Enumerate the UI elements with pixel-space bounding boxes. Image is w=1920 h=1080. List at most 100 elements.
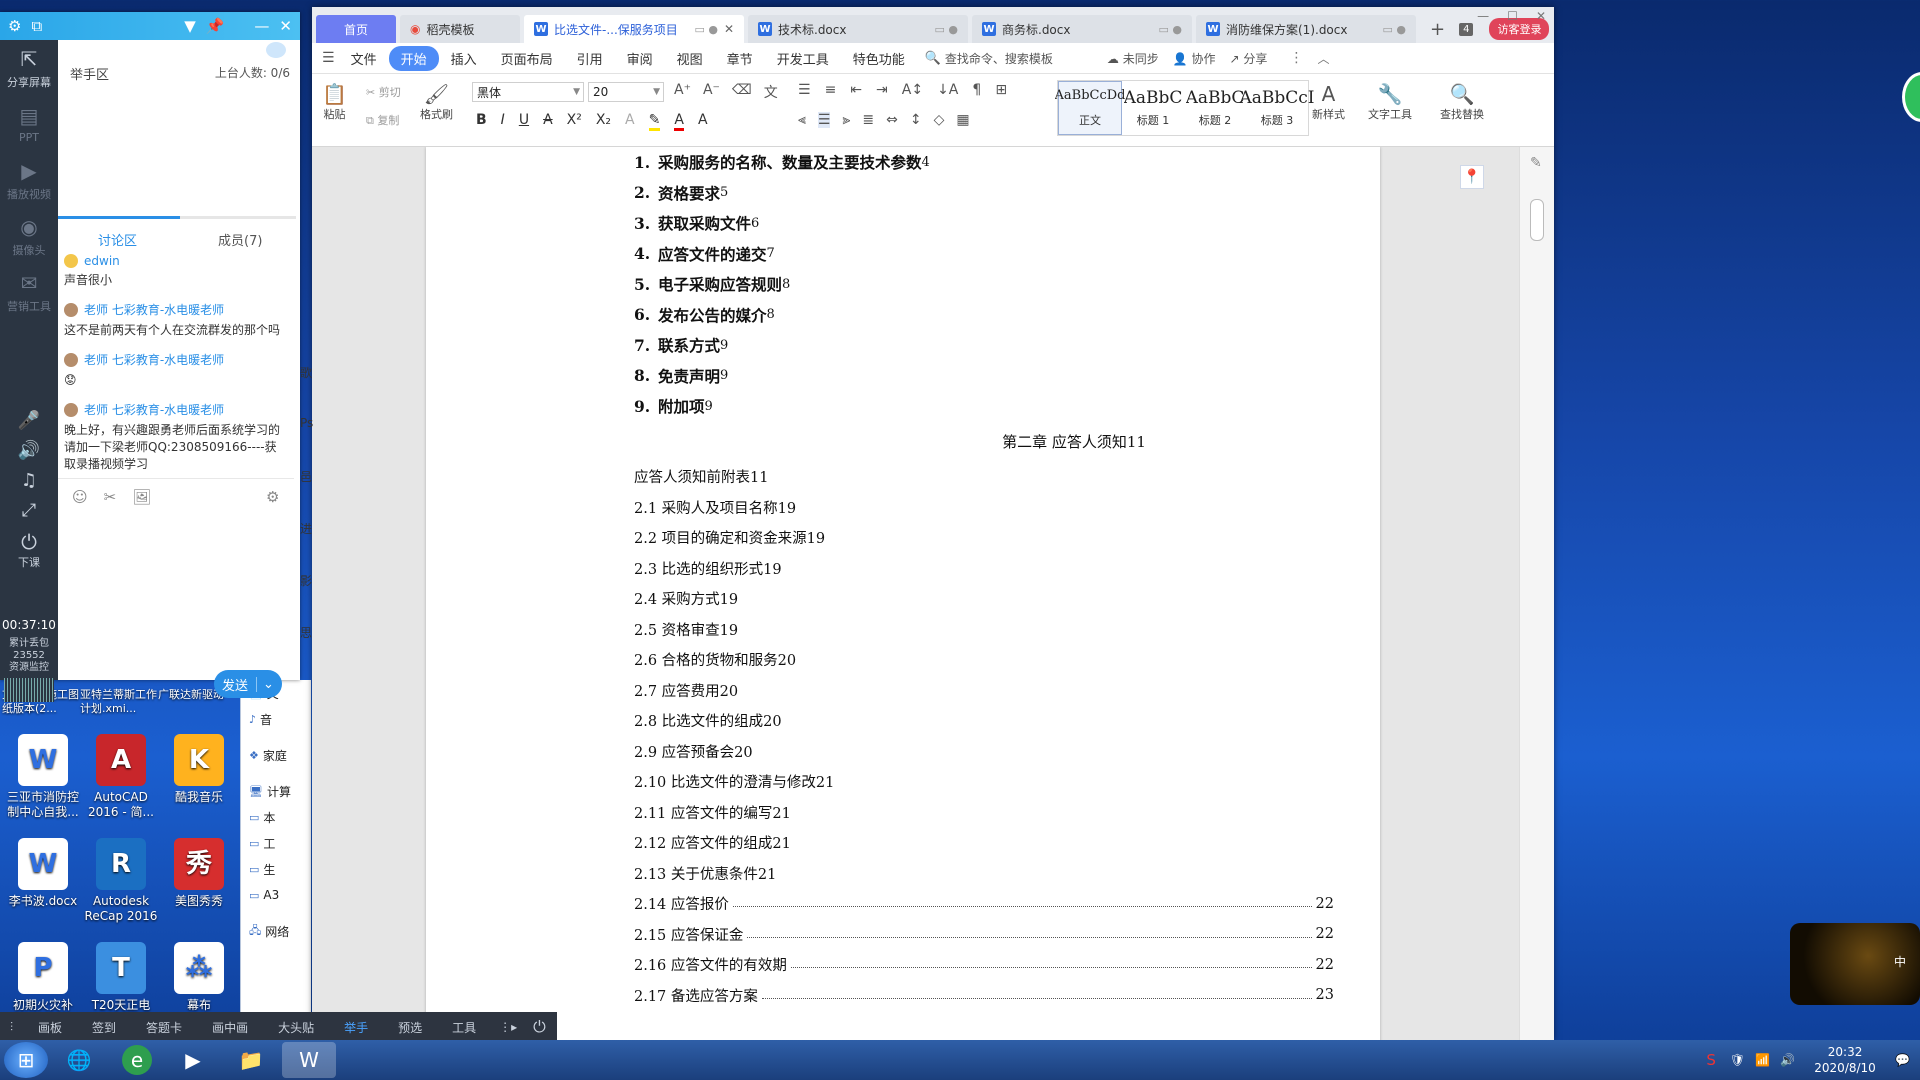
- numbering-icon[interactable]: ≡: [825, 82, 837, 98]
- tab-count-badge[interactable]: 4: [1459, 15, 1474, 43]
- new-style-button[interactable]: A 新样式: [1312, 82, 1345, 122]
- explorer-nav-item[interactable]: 🖥 计算: [241, 778, 311, 804]
- class-tool-item[interactable]: 预选: [383, 1019, 437, 1036]
- tool-camera[interactable]: ◉ 摄像头: [0, 208, 58, 264]
- menu-item[interactable]: 文件: [339, 49, 389, 68]
- doc-tab[interactable]: W 消防维保方案(1).docx ▭ ●: [1196, 15, 1416, 43]
- toc-entry-level1[interactable]: 3. 获取采购文件 6: [634, 208, 1334, 239]
- collaborate-button[interactable]: 👤 协作: [1173, 50, 1216, 67]
- subscript-icon[interactable]: X₂: [596, 112, 611, 131]
- toc-entry-level2[interactable]: 2.8 比选文件的组成20: [634, 706, 1334, 737]
- taskbar-app-360-icon[interactable]: e: [122, 1045, 152, 1075]
- toc-entry-level2[interactable]: 2.16 应答文件的有效期 22: [634, 950, 1334, 981]
- italic-icon[interactable]: I: [501, 112, 505, 131]
- more-icon[interactable]: ⋮: [1289, 50, 1303, 66]
- dropdown-icon[interactable]: ▼: [184, 17, 196, 35]
- tool-ppt[interactable]: ▤ PPT: [0, 96, 58, 152]
- increase-indent-icon[interactable]: ⇥: [876, 82, 888, 98]
- image-icon[interactable]: 🖼: [132, 488, 151, 506]
- menu-item[interactable]: 页面布局: [489, 49, 565, 68]
- minimize-icon[interactable]: —: [254, 17, 269, 35]
- toc-entry-level2[interactable]: 2.7 应答费用20: [634, 675, 1334, 706]
- borders-icon[interactable]: ▦: [956, 112, 969, 128]
- menu-item[interactable]: 审阅: [615, 49, 665, 68]
- avatar[interactable]: [64, 402, 78, 417]
- speaker-icon[interactable]: 🔊: [0, 440, 58, 470]
- class-tool-item[interactable]: 画板: [23, 1019, 77, 1036]
- pin-icon[interactable]: 📌: [206, 17, 225, 35]
- menu-item[interactable]: 插入: [439, 49, 489, 68]
- end-class-button[interactable]: ⏻ 下课: [0, 530, 58, 570]
- menu-item[interactable]: 章节: [715, 49, 765, 68]
- explorer-nav-item[interactable]: ▭ 工: [241, 830, 311, 856]
- tray-icon-network-icon[interactable]: 📶: [1755, 1053, 1770, 1067]
- collapse-ribbon-icon[interactable]: ︿: [1317, 50, 1329, 67]
- class-tool-item[interactable]: 大头贴: [263, 1019, 329, 1036]
- strikethrough-icon[interactable]: A: [543, 112, 553, 131]
- find-replace-button[interactable]: 🔍 查找替换: [1440, 82, 1484, 122]
- explorer-nav-item[interactable]: ▭ A3: [241, 882, 311, 908]
- desktop-icon[interactable]: A AutoCAD 2016 - 简...: [80, 734, 162, 820]
- toc-entry-level2[interactable]: 2.6 合格的货物和服务20: [634, 645, 1334, 676]
- sogou-ime-icon[interactable]: S: [1706, 1051, 1716, 1069]
- distributed-icon[interactable]: ⇔: [886, 112, 898, 128]
- text-effect-icon[interactable]: A: [625, 112, 635, 131]
- toc-entry-level2[interactable]: 2.17 备选应答方案 23: [634, 980, 1334, 1011]
- toc-entry-level2[interactable]: 2.11 应答文件的编写21: [634, 797, 1334, 828]
- chinese-layout-icon[interactable]: A↕: [902, 82, 923, 98]
- close-icon[interactable]: ✕: [279, 17, 292, 35]
- close-icon[interactable]: ✕: [1536, 9, 1546, 23]
- explorer-nav-item[interactable]: ▭ 本: [241, 804, 311, 830]
- toc-entry-level2[interactable]: 应答人须知前附表11: [634, 462, 1334, 493]
- emoji-icon[interactable]: ☺: [72, 488, 88, 506]
- author-name[interactable]: 老师 七彩教育-水电暖老师: [84, 351, 224, 368]
- show-marks-icon[interactable]: ¶: [972, 82, 981, 98]
- toc-entry-level1[interactable]: 6. 发布公告的媒介 8: [634, 300, 1334, 331]
- toc-entry-level2[interactable]: 2.10 比选文件的澄清与修改21: [634, 767, 1334, 798]
- toc-entry-level2[interactable]: 2.4 采购方式19: [634, 584, 1334, 615]
- doc-tab[interactable]: ◉ 稻壳模板: [400, 15, 520, 43]
- tab-discussion[interactable]: 讨论区: [98, 230, 137, 249]
- tool-marketing-tools[interactable]: ✉ 营销工具: [0, 264, 58, 320]
- justify-icon[interactable]: ≣: [862, 112, 874, 128]
- shading-icon[interactable]: ◇: [934, 112, 945, 128]
- explorer-nav-item[interactable]: 🖧 网络: [241, 918, 311, 944]
- style-preset[interactable]: AaBbCcDd 正文: [1055, 81, 1126, 135]
- align-right-icon[interactable]: ⫸: [842, 112, 850, 128]
- fullscreen-icon[interactable]: ⤢: [0, 500, 58, 530]
- toc-entry-level2[interactable]: 2.9 应答预备会20: [634, 736, 1334, 767]
- sort-icon[interactable]: ↓A: [937, 82, 958, 98]
- floating-assistant-ball[interactable]: [1902, 72, 1920, 122]
- toc-entry-level1[interactable]: 2. 资格要求 5: [634, 178, 1334, 209]
- doc-tab[interactable]: W 商务标.docx ▭ ●: [972, 15, 1192, 43]
- chevron-down-icon[interactable]: ⌄: [256, 676, 274, 692]
- line-spacing-icon[interactable]: ↕: [910, 112, 922, 128]
- pen-icon[interactable]: ✎: [1530, 155, 1542, 171]
- align-left-icon[interactable]: ⫷: [798, 112, 806, 128]
- grip-icon[interactable]: ⫶: [0, 1020, 23, 1035]
- text-tools-button[interactable]: 🔧 文字工具: [1368, 82, 1412, 122]
- clock[interactable]: 20:32 2020/8/10: [1805, 1044, 1885, 1076]
- tool-play-video[interactable]: ▶ 播放视频: [0, 152, 58, 208]
- toc-entry-level2[interactable]: 2.3 比选的组织形式19: [634, 553, 1334, 584]
- send-button[interactable]: 发送 ⌄: [214, 670, 282, 698]
- menu-item[interactable]: 引用: [565, 49, 615, 68]
- notification-icon[interactable]: 💬: [1895, 1053, 1910, 1067]
- toc-entry-level2[interactable]: 2.14 应答报价 22: [634, 889, 1334, 920]
- explorer-nav-item[interactable]: ♪ 音: [241, 706, 311, 732]
- class-tool-item[interactable]: 答题卡: [131, 1019, 197, 1036]
- style-preset[interactable]: AaBbC 标题 1: [1122, 81, 1184, 135]
- vertical-scrollbar[interactable]: ✎: [1519, 147, 1554, 1040]
- tab-members[interactable]: 成员(7): [218, 230, 262, 249]
- toc-entry-level2[interactable]: 2.12 应答文件的组成21: [634, 828, 1334, 859]
- tray-icon-volume-icon[interactable]: 🔊: [1780, 1053, 1795, 1067]
- grow-font-icon[interactable]: A⁺: [674, 82, 691, 102]
- cut-button[interactable]: ✂ 剪切: [366, 84, 401, 100]
- hamburger-icon[interactable]: ☰: [322, 50, 335, 66]
- document-page[interactable]: 1. 采购服务的名称、数量及主要技术参数 4 2. 资格要求 5 3. 获取采购文件 6 4. 应答…: [426, 147, 1380, 1040]
- location-pin-icon[interactable]: 📍: [1460, 165, 1484, 189]
- power-icon[interactable]: ⏻: [525, 1017, 554, 1037]
- command-search[interactable]: 查找命令、搜索模板: [945, 50, 1053, 67]
- toc-entry-level2[interactable]: 2.2 项目的确定和资金来源19: [634, 523, 1334, 554]
- settings-icon[interactable]: ⚙: [8, 17, 21, 35]
